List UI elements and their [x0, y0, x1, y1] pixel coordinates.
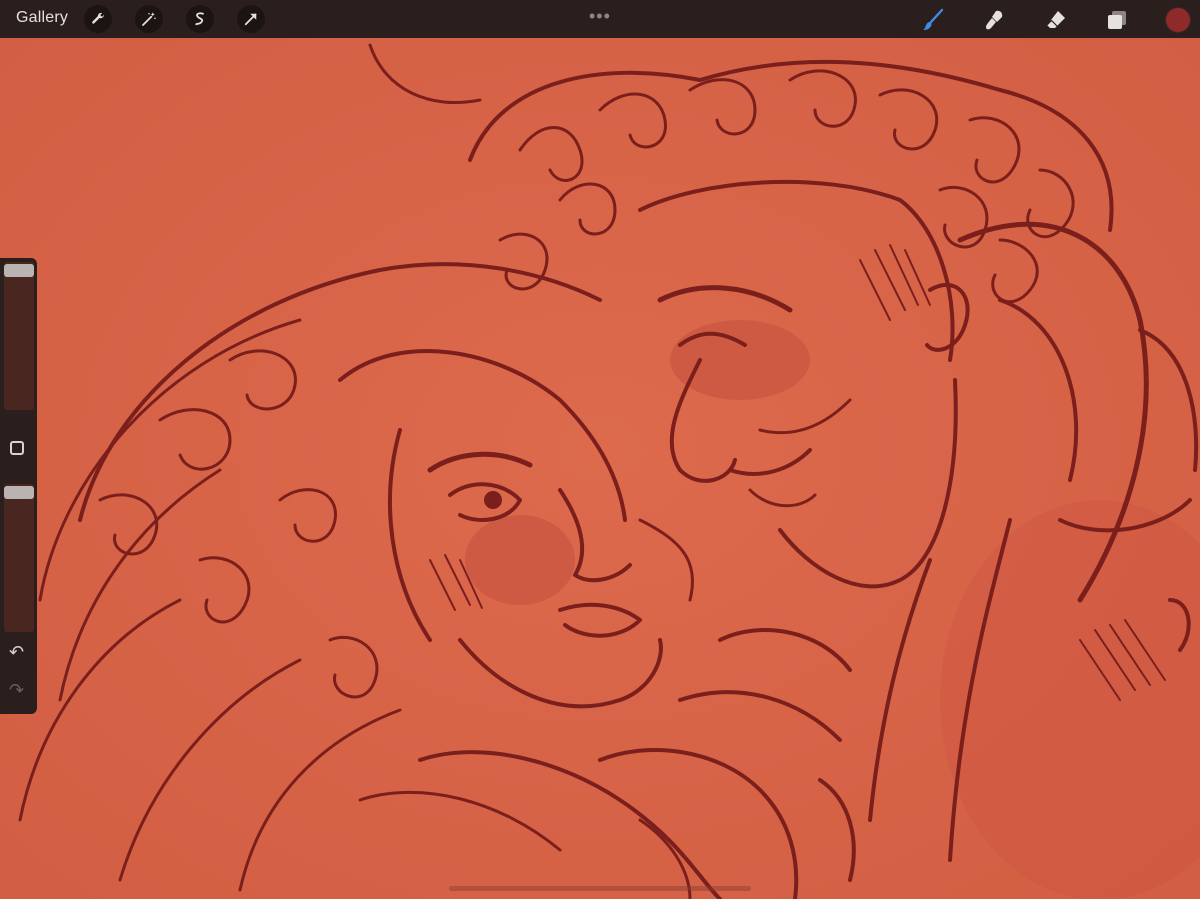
adjustments-button[interactable]: [135, 5, 163, 33]
brush-size-handle[interactable]: [4, 264, 34, 277]
drawing-canvas[interactable]: [0, 0, 1200, 899]
transform-button[interactable]: [237, 5, 265, 33]
sidebar: ↶ ↷: [0, 258, 37, 714]
home-indicator[interactable]: [449, 886, 751, 891]
color-picker-button[interactable]: [1165, 7, 1191, 33]
layers-icon: [1108, 11, 1126, 29]
brush-tool-button[interactable]: [919, 6, 947, 34]
undo-icon[interactable]: ↶: [9, 642, 24, 663]
modify-button[interactable]: [10, 441, 24, 455]
transform-arrow-icon: [244, 13, 257, 26]
eraser-icon: [1046, 11, 1065, 28]
selection-icon: [195, 12, 204, 26]
top-toolbar: Gallery •••: [0, 0, 1200, 38]
opacity-slider[interactable]: [4, 484, 34, 632]
smudge-tool-button[interactable]: [980, 6, 1008, 34]
magic-wand-icon: [142, 12, 156, 26]
gallery-button[interactable]: Gallery: [16, 9, 68, 27]
actions-button[interactable]: [84, 5, 112, 33]
wrench-icon: [92, 12, 104, 24]
smudge-icon: [986, 10, 1003, 30]
eraser-tool-button[interactable]: [1042, 6, 1070, 34]
more-options-button[interactable]: •••: [589, 6, 611, 27]
opacity-handle[interactable]: [4, 486, 34, 499]
selection-button[interactable]: [186, 5, 214, 33]
layers-button[interactable]: [1103, 6, 1131, 34]
brush-icon: [923, 8, 944, 30]
redo-icon[interactable]: ↷: [9, 680, 24, 701]
brush-size-slider[interactable]: [4, 262, 34, 410]
